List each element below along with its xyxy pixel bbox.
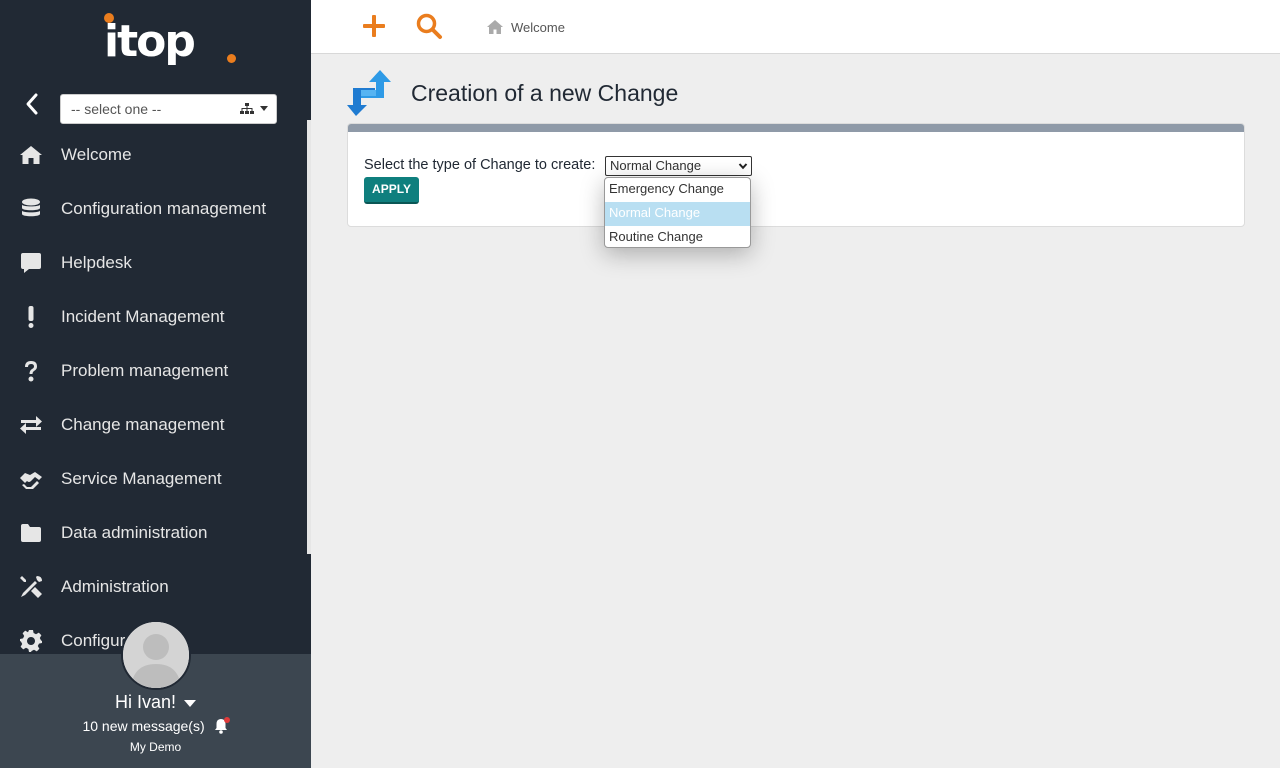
breadcrumb-item: Welcome bbox=[511, 19, 565, 35]
change-type-select[interactable]: Normal Change bbox=[605, 156, 752, 176]
caret-down-icon bbox=[260, 106, 268, 111]
user-greeting: Hi Ivan! bbox=[114, 692, 177, 712]
new-object-button[interactable] bbox=[361, 13, 387, 39]
menu-item-problem-management[interactable]: Problem management bbox=[0, 344, 307, 398]
cog-icon bbox=[18, 628, 44, 654]
menu-item-label: Data administration bbox=[61, 523, 208, 542]
user-organization: My Demo bbox=[129, 740, 182, 754]
user-menu-toggle[interactable]: Hi Ivan! bbox=[0, 692, 311, 713]
home-icon bbox=[487, 20, 503, 34]
change-type-label: Select the type of Change to create: bbox=[364, 157, 596, 173]
change-arrows-icon bbox=[347, 70, 391, 116]
menu-item-label: Service Management bbox=[61, 469, 222, 488]
page-title: Creation of a new Change bbox=[411, 80, 679, 106]
handshake-icon bbox=[18, 466, 44, 492]
folder-icon bbox=[18, 520, 44, 546]
tools-icon bbox=[18, 574, 44, 600]
menu-item-administration[interactable]: Administration bbox=[0, 560, 307, 614]
search-icon bbox=[416, 13, 442, 39]
sidebar-scrollbar[interactable] bbox=[307, 120, 311, 554]
menu-item-welcome[interactable]: Welcome bbox=[0, 128, 307, 182]
option-emergency-change[interactable]: Emergency Change bbox=[605, 178, 750, 202]
top-bar: Welcome bbox=[311, 0, 1280, 54]
main-menu: Welcome Configuration management Helpdes… bbox=[0, 128, 307, 668]
menu-item-helpdesk[interactable]: Helpdesk bbox=[0, 236, 307, 290]
caret-down-icon bbox=[184, 699, 197, 707]
exclamation-icon bbox=[18, 304, 44, 330]
collapse-sidebar-button[interactable] bbox=[20, 90, 44, 118]
change-type-panel: Select the type of Change to create: Nor… bbox=[347, 123, 1245, 227]
notifications-link[interactable]: 10 new message(s) bbox=[0, 717, 311, 734]
menu-item-label: Change management bbox=[61, 415, 225, 434]
user-silhouette-icon bbox=[123, 622, 189, 688]
panel-header-bar bbox=[348, 124, 1244, 132]
menu-item-incident-management[interactable]: Incident Management bbox=[0, 290, 307, 344]
logo-dot-end bbox=[227, 54, 236, 63]
sitemap-icon bbox=[240, 103, 254, 114]
messages-count: 10 new message(s) bbox=[82, 718, 205, 734]
global-search-button[interactable] bbox=[415, 12, 443, 40]
itop-logo[interactable]: itop bbox=[100, 8, 250, 83]
question-icon bbox=[18, 358, 44, 384]
bell-icon bbox=[213, 717, 230, 734]
organization-select[interactable]: -- select one -- bbox=[60, 94, 277, 124]
chevron-left-icon bbox=[26, 93, 38, 115]
breadcrumb[interactable]: Welcome bbox=[487, 18, 565, 36]
menu-item-label: Incident Management bbox=[61, 307, 225, 326]
apply-button[interactable]: APPLY bbox=[364, 177, 419, 204]
menu-item-label: Administration bbox=[61, 577, 169, 596]
menu-item-label: Helpdesk bbox=[61, 253, 132, 272]
menu-item-service-management[interactable]: Service Management bbox=[0, 452, 307, 506]
plus-icon bbox=[363, 15, 385, 37]
comment-icon bbox=[18, 250, 44, 276]
user-avatar[interactable] bbox=[121, 620, 191, 690]
logo-wordmark: itop bbox=[104, 16, 196, 67]
menu-item-label: Configur bbox=[61, 631, 126, 650]
change-type-select-value: Normal Change bbox=[610, 158, 702, 173]
menu-item-label: Problem management bbox=[61, 361, 229, 380]
chevron-down-icon bbox=[738, 163, 748, 170]
menu-item-label: Configuration management bbox=[61, 199, 267, 218]
menu-item-change-management[interactable]: Change management bbox=[0, 398, 307, 452]
organization-select-value: -- select one -- bbox=[71, 101, 162, 117]
notification-dot bbox=[223, 717, 230, 723]
menu-item-configuration-management[interactable]: Configuration management bbox=[0, 182, 307, 236]
menu-item-data-administration[interactable]: Data administration bbox=[0, 506, 307, 560]
exchange-arrows-icon bbox=[18, 412, 44, 438]
logo-dot-top bbox=[104, 13, 114, 23]
menu-item-label: Welcome bbox=[61, 145, 132, 164]
option-routine-change[interactable]: Routine Change bbox=[605, 226, 750, 247]
home-icon bbox=[18, 142, 44, 168]
change-type-options: Emergency Change Normal Change Routine C… bbox=[604, 177, 751, 248]
option-normal-change[interactable]: Normal Change bbox=[605, 202, 750, 226]
database-icon bbox=[18, 196, 44, 222]
